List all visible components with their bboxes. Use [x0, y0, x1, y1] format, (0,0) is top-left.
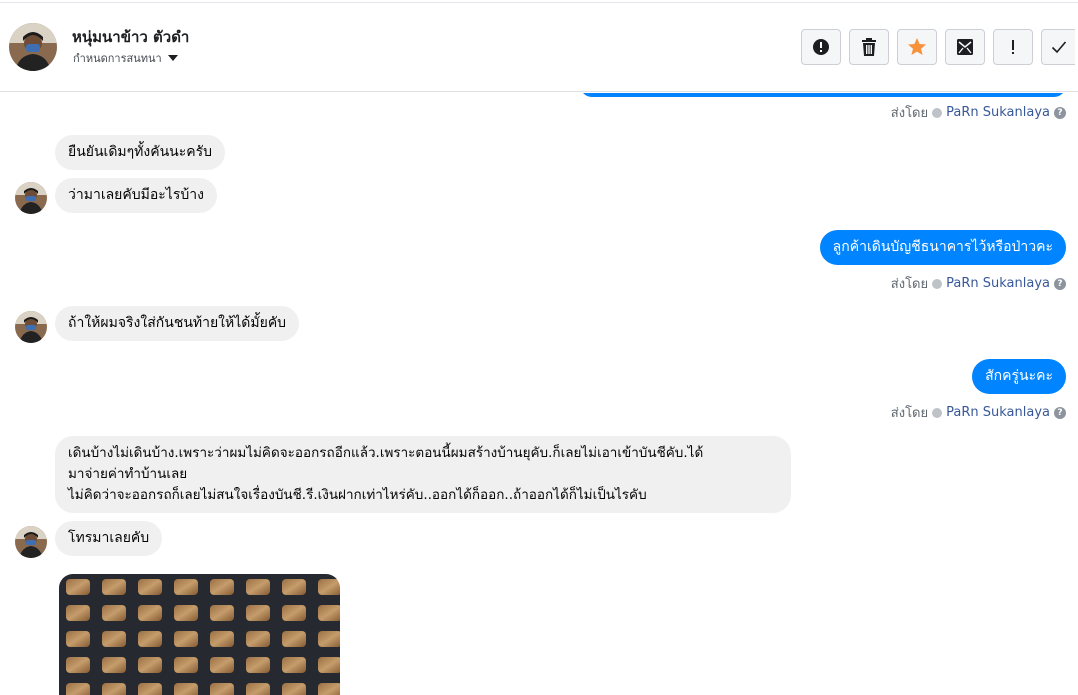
alert-circle-icon [813, 39, 829, 55]
sent-by-label: ส่งโดย [890, 277, 929, 292]
sent-by-line: ส่งโดย PaRn Sukanlaya ? [891, 273, 1066, 294]
sender-name[interactable]: PaRn Sukanlaya [946, 276, 1050, 291]
sender-status-icon [932, 278, 943, 289]
help-icon[interactable]: ? [1054, 406, 1066, 419]
mark-unread-icon [957, 39, 973, 55]
message-thread[interactable]: ส่งโดย PaRn Sukanlaya ? ยืนยันเดิมๆทั้งค… [0, 93, 1078, 695]
mark-done-button[interactable] [1041, 29, 1075, 65]
mark-unread-button[interactable] [945, 29, 985, 65]
sent-by-label: ส่งโดย [890, 406, 929, 421]
conversation-settings-label: กำหนดการสนทนา [73, 52, 162, 65]
sender-name[interactable]: PaRn Sukanlaya [946, 105, 1050, 120]
sender-status-icon [932, 407, 943, 418]
message-line: เดินบ้างไม่เดินบ้าง.เพราะว่าผมไม่คิดจะออ… [68, 445, 704, 461]
trash-icon [862, 38, 876, 56]
attached-photo[interactable] [59, 574, 340, 695]
contact-avatar[interactable] [9, 23, 57, 71]
sender-name[interactable]: PaRn Sukanlaya [946, 405, 1050, 420]
sender-status-icon [932, 107, 943, 118]
divider [0, 2, 1078, 3]
report-spam-button[interactable] [801, 29, 841, 65]
sent-by-label: ส่งโดย [890, 106, 929, 121]
contact-name[interactable]: หนุ่มนาข้าว ตัวดำ [72, 25, 189, 49]
incoming-message-bubble: ว่ามาเลยคับมีอะไรบ้าง [55, 178, 217, 213]
incoming-message-bubble: เดินบ้างไม่เดินบ้าง.เพราะว่าผมไม่คิดจะออ… [55, 436, 791, 513]
help-icon[interactable]: ? [1054, 277, 1066, 290]
check-icon [1051, 41, 1066, 54]
contact-avatar-small[interactable] [15, 526, 47, 558]
conversation-toolbar [801, 29, 1075, 65]
outgoing-message-bubble: ลูกค้าเดินบัญชีธนาคารไว้หรือป่าวคะ [819, 230, 1066, 265]
message-line: มาจ่ายค่าทำบ้านเลย [68, 466, 188, 482]
delete-button[interactable] [849, 29, 889, 65]
contact-avatar-small[interactable] [15, 311, 47, 343]
incoming-message-bubble: ถ้าให้ผมจริงใส่กันชนท้ายให้ได้มั้ยคับ [55, 306, 300, 341]
contact-avatar-small[interactable] [15, 182, 47, 214]
star-button[interactable] [897, 29, 937, 65]
incoming-message-bubble: ยืนยันเดิมๆทั้งคันนะครับ [55, 135, 226, 170]
help-icon[interactable]: ? [1054, 106, 1066, 119]
follow-up-button[interactable] [993, 29, 1033, 65]
caret-down-icon [167, 55, 178, 61]
incoming-message-bubble: โทรมาเลยคับ [55, 521, 163, 556]
sent-by-line: ส่งโดย PaRn Sukanlaya ? [891, 102, 1066, 123]
conversation-header: หนุ่มนาข้าว ตัวดำ กำหนดการสนทนา [0, 0, 1078, 92]
message-line: ไม่คิดว่าจะออกรถก็เลยไม่สนใจเรื่องบันชี.… [68, 487, 647, 503]
conversation-settings-dropdown[interactable]: กำหนดการสนทนา [73, 49, 178, 67]
outgoing-message-bubble: สักครู่นะคะ [972, 359, 1066, 394]
star-icon [908, 38, 926, 55]
exclamation-icon [1012, 40, 1014, 54]
outgoing-message-bubble [580, 93, 1066, 97]
sent-by-line: ส่งโดย PaRn Sukanlaya ? [891, 402, 1066, 423]
